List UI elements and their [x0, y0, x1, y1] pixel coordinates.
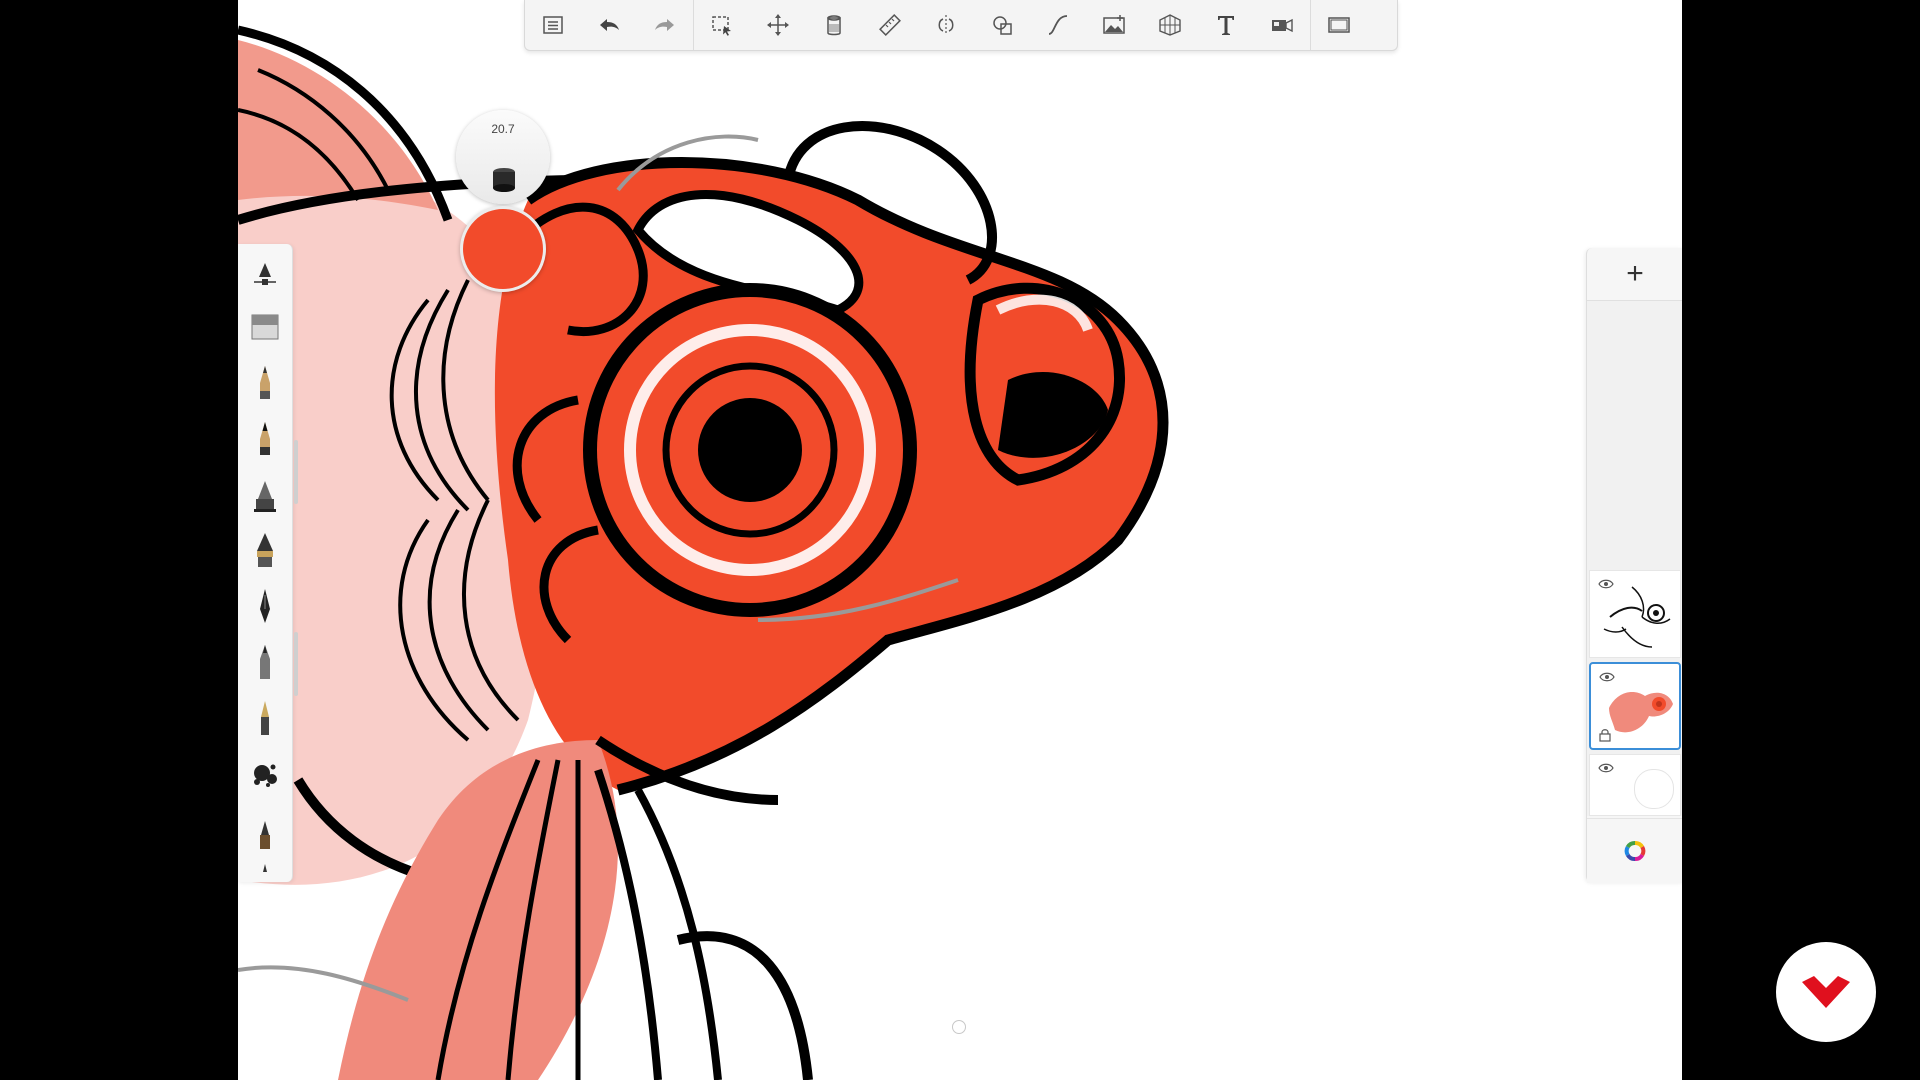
text-button[interactable] [1198, 0, 1254, 50]
perspective-grid-icon [1159, 14, 1181, 36]
ruler-button[interactable] [862, 0, 918, 50]
layer-panel: + [1586, 248, 1682, 883]
selection-icon [712, 16, 731, 36]
brush-palette [238, 244, 293, 882]
brush-pencil-dark[interactable] [245, 416, 285, 462]
sketchbook-app: 20.7 + [238, 0, 1682, 1080]
splatter-icon [254, 764, 277, 787]
add-layer-button[interactable]: + [1587, 248, 1682, 301]
brush-settings-icon [254, 263, 276, 285]
screen-frame: 20.7 + [0, 0, 1920, 1080]
text-icon [1218, 16, 1234, 35]
symmetry-button[interactable] [918, 0, 974, 50]
palette-drag-handle[interactable] [294, 632, 298, 696]
logo-icon [1802, 976, 1850, 1008]
shapes-icon [993, 16, 1012, 35]
transform-button[interactable] [750, 0, 806, 50]
move-icon [767, 14, 789, 36]
list-icon [543, 16, 563, 34]
eye-icon[interactable] [1598, 763, 1614, 773]
brush-splatter[interactable] [245, 752, 285, 798]
fill-button[interactable] [806, 0, 862, 50]
steady-stroke-button[interactable] [1030, 0, 1086, 50]
redo-button[interactable] [637, 0, 693, 50]
paint-brush-icon [257, 533, 273, 567]
brush-marker[interactable] [245, 640, 285, 686]
more-brushes-icon [263, 864, 267, 872]
chisel-marker-icon [260, 821, 270, 849]
color-layer[interactable] [1589, 662, 1681, 750]
brush-eraser[interactable] [245, 304, 285, 350]
layer-thumbnail [1603, 586, 1671, 648]
import-image-button[interactable] [1086, 0, 1142, 50]
pencil-icon [260, 366, 270, 399]
background-color-swatch[interactable] [1634, 769, 1674, 809]
brush-color-puck[interactable] [460, 206, 546, 292]
selection-button[interactable] [694, 0, 750, 50]
linework-layer[interactable] [1589, 570, 1681, 658]
toolbar-group-tools [694, 0, 1310, 50]
time-lapse-button[interactable] [1254, 0, 1310, 50]
layer-thumbnail [1609, 692, 1673, 733]
pencil-dark-icon [260, 422, 270, 455]
brush-fountain-pen[interactable] [245, 696, 285, 742]
toolbar-group-history [525, 0, 693, 50]
predictive-stroke-button[interactable] [974, 0, 1030, 50]
curve-icon [1048, 15, 1068, 35]
fullscreen-button[interactable] [1311, 0, 1367, 50]
brush-pencil[interactable] [245, 360, 285, 406]
symmetry-icon [938, 15, 954, 35]
watermark-logo [1776, 942, 1876, 1042]
page-indicator [952, 1020, 966, 1034]
palette-drag-handle[interactable] [294, 440, 298, 504]
eraser-icon [251, 314, 279, 340]
video-icon [1272, 18, 1293, 33]
ink-pen-icon [260, 589, 270, 623]
undo-icon [600, 19, 619, 31]
drawing-canvas[interactable] [238, 0, 1682, 1080]
brush-paint[interactable] [245, 528, 285, 574]
color-wheel-icon [1624, 840, 1646, 862]
undo-button[interactable] [581, 0, 637, 50]
brush-size-puck[interactable]: 20.7 [456, 110, 550, 204]
fill-bucket-icon [827, 15, 841, 36]
color-editor-button[interactable] [1587, 818, 1682, 883]
top-toolbar [524, 0, 1398, 51]
image-icon [1103, 15, 1125, 34]
brush-settings-button[interactable] [245, 252, 285, 298]
fountain-pen-icon [261, 701, 269, 735]
marker-icon [260, 645, 270, 679]
brush-airbrush[interactable] [245, 472, 285, 518]
toolbar-group-view [1311, 0, 1367, 50]
background-layer[interactable] [1589, 754, 1681, 816]
brush-puck[interactable]: 20.7 [456, 110, 550, 298]
brush-ink-pen[interactable] [245, 584, 285, 630]
menu-button[interactable] [525, 0, 581, 50]
airbrush-icon [254, 481, 276, 512]
brush-tip-icon [493, 168, 515, 192]
fullscreen-icon [1328, 17, 1350, 33]
perspective-button[interactable] [1142, 0, 1198, 50]
brush-more[interactable] [245, 860, 285, 880]
redo-icon [655, 19, 674, 31]
lock-icon[interactable] [1599, 728, 1611, 742]
brush-size-value: 20.7 [491, 122, 515, 136]
ruler-icon [879, 14, 901, 36]
